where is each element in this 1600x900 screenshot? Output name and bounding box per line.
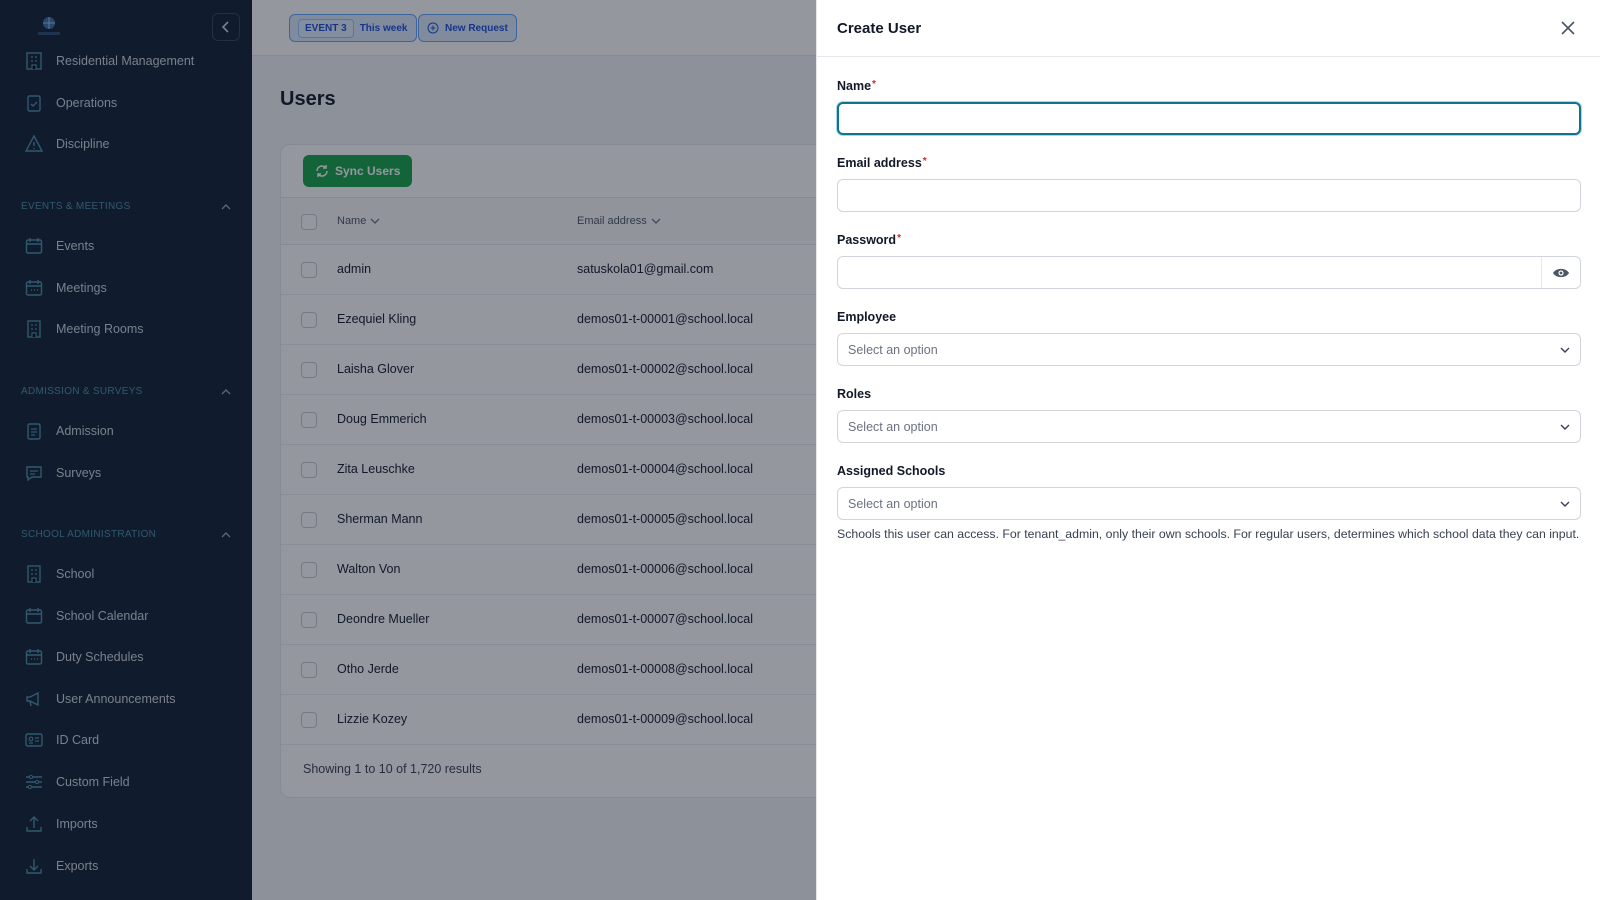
employee-select[interactable]: Select an option — [837, 333, 1581, 366]
email-input[interactable] — [837, 179, 1581, 212]
create-user-drawer: Create User Name* Email address* Passwor… — [816, 0, 1600, 900]
password-label: Password* — [837, 233, 901, 247]
chevron-down-icon — [1560, 501, 1570, 507]
email-label: Email address* — [837, 156, 927, 170]
password-label-text: Password — [837, 233, 897, 247]
assigned-schools-label: Assigned Schools — [837, 464, 946, 478]
required-asterisk: * — [922, 156, 927, 167]
chevron-down-icon — [1560, 347, 1570, 353]
required-asterisk: * — [872, 79, 876, 90]
close-icon — [1561, 21, 1575, 35]
name-input[interactable] — [837, 102, 1581, 135]
required-asterisk: * — [897, 233, 901, 244]
password-input[interactable] — [838, 257, 1542, 288]
name-label: Name* — [837, 79, 876, 93]
employee-placeholder: Select an option — [848, 342, 938, 357]
employee-label: Employee — [837, 310, 897, 324]
roles-label: Roles — [837, 387, 872, 401]
drawer-header: Create User — [817, 0, 1600, 57]
close-drawer-button[interactable] — [1558, 18, 1578, 38]
toggle-password-visibility-button[interactable] — [1542, 257, 1580, 288]
eye-icon — [1553, 268, 1569, 277]
assigned-schools-select[interactable]: Select an option — [837, 487, 1581, 520]
roles-select[interactable]: Select an option — [837, 410, 1581, 443]
roles-placeholder: Select an option — [848, 419, 938, 434]
drawer-title: Create User — [837, 20, 922, 37]
assigned-schools-help-text: Schools this user can access. For tenant… — [837, 527, 1580, 541]
name-label-text: Name — [837, 79, 872, 93]
assigned-schools-placeholder: Select an option — [848, 496, 938, 511]
chevron-down-icon — [1560, 424, 1570, 430]
modal-backdrop[interactable] — [0, 0, 816, 900]
password-field — [837, 256, 1581, 289]
email-label-text: Email address — [837, 156, 922, 170]
